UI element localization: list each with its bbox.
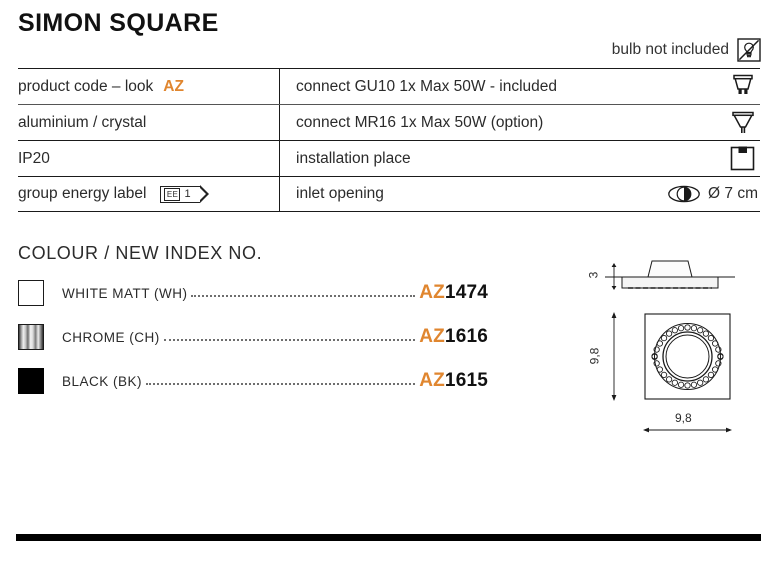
- list-item: BLACK (BK) AZ1615: [18, 366, 488, 396]
- inlet-opening-value-group: Ø 7 cm: [667, 184, 760, 204]
- spec-cell-product-code: product code – look AZ: [18, 69, 280, 104]
- product-spec-sheet: SIMON SQUARE bulb not included product c…: [0, 0, 777, 563]
- spec-accent-az: AZ: [163, 77, 184, 95]
- colour-name: CHROME (CH): [62, 329, 160, 345]
- top-view: [644, 313, 731, 400]
- product-code: AZ1616: [419, 326, 488, 348]
- bulb-not-included-note: bulb not included: [612, 38, 761, 62]
- product-code: AZ1474: [419, 282, 488, 304]
- ceiling-recessed-icon: [729, 145, 756, 172]
- product-code-prefix: AZ: [419, 282, 445, 303]
- spec-icon-cell: [698, 141, 760, 176]
- leader-dots: [191, 287, 415, 300]
- gu10-bulb-icon: [730, 72, 756, 102]
- list-item: WHITE MATT (WH) AZ1474: [18, 278, 488, 308]
- spec-cell-inlet-opening: inlet opening Ø 7 cm: [280, 177, 760, 211]
- side-profile-view: [605, 260, 735, 289]
- bulb-not-included-icon: [737, 38, 761, 62]
- leader-dots: [146, 375, 416, 388]
- dimension-label-height: 3: [586, 271, 601, 279]
- inlet-opening-label: inlet opening: [296, 185, 384, 202]
- colour-name: BLACK (BK): [62, 373, 143, 389]
- colour-section: COLOUR / NEW INDEX NO. WHITE MATT (WH) A…: [18, 243, 488, 410]
- bulb-not-included-label: bulb not included: [611, 41, 729, 58]
- colour-swatch-black: [18, 368, 44, 394]
- spec-icon-cell: [698, 105, 760, 140]
- product-code-prefix: AZ: [419, 326, 445, 347]
- leader-dots: [163, 331, 416, 344]
- inlet-opening-diameter: Ø 7 cm: [708, 185, 758, 202]
- dimension-label-width: 9,8: [675, 411, 692, 425]
- spec-label: group energy label: [18, 185, 147, 202]
- table-row: group energy label EE 1 inlet opening Ø …: [18, 176, 760, 212]
- spec-cell-connect-mr16: connect MR16 1x Max 50W (option): [296, 113, 544, 131]
- spec-label: product code – look: [18, 77, 154, 95]
- spec-cell-energy-label: group energy label EE 1: [18, 177, 280, 211]
- spec-cell-installation-place: installation place: [296, 149, 411, 167]
- energy-label-value: 1: [184, 187, 191, 200]
- dimension-depth: [611, 312, 617, 401]
- list-item: CHROME (CH) AZ1616: [18, 322, 488, 352]
- spec-cell-connect-gu10: connect GU10 1x Max 50W - included: [296, 77, 558, 95]
- energy-label-prefix: EE: [164, 187, 181, 201]
- energy-label-badge: EE 1: [160, 185, 209, 204]
- table-row: IP20 installation place: [18, 140, 760, 176]
- product-code-number: 1615: [444, 370, 488, 391]
- mr16-bulb-icon: [730, 108, 756, 138]
- product-code: AZ1615: [419, 370, 488, 392]
- spec-icon-cell: [698, 69, 760, 104]
- table-row: product code – look AZ connect GU10 1x M…: [18, 68, 760, 104]
- header: SIMON SQUARE bulb not included: [18, 6, 761, 62]
- inlet-opening-icon: [667, 184, 701, 204]
- specification-table: product code – look AZ connect GU10 1x M…: [18, 68, 760, 212]
- dimension-width: [643, 427, 732, 433]
- product-code-number: 1616: [444, 326, 488, 347]
- dimension-label-depth: 9,8: [587, 347, 602, 365]
- technical-drawing: 3 9,8 9,8: [580, 252, 770, 452]
- page-title: SIMON SQUARE: [18, 9, 219, 37]
- colour-swatch-chrome: [18, 324, 44, 350]
- colour-swatch-white: [18, 280, 44, 306]
- table-row: aluminium / crystal connect MR16 1x Max …: [18, 104, 760, 140]
- product-code-number: 1474: [444, 282, 488, 303]
- colour-name: WHITE MATT (WH): [62, 285, 188, 301]
- bottom-divider-bar: [16, 534, 761, 541]
- spec-cell-material: aluminium / crystal: [18, 105, 280, 140]
- colour-section-heading: COLOUR / NEW INDEX NO.: [18, 243, 263, 263]
- product-code-prefix: AZ: [419, 370, 445, 391]
- spec-cell-ip-rating: IP20: [18, 141, 280, 176]
